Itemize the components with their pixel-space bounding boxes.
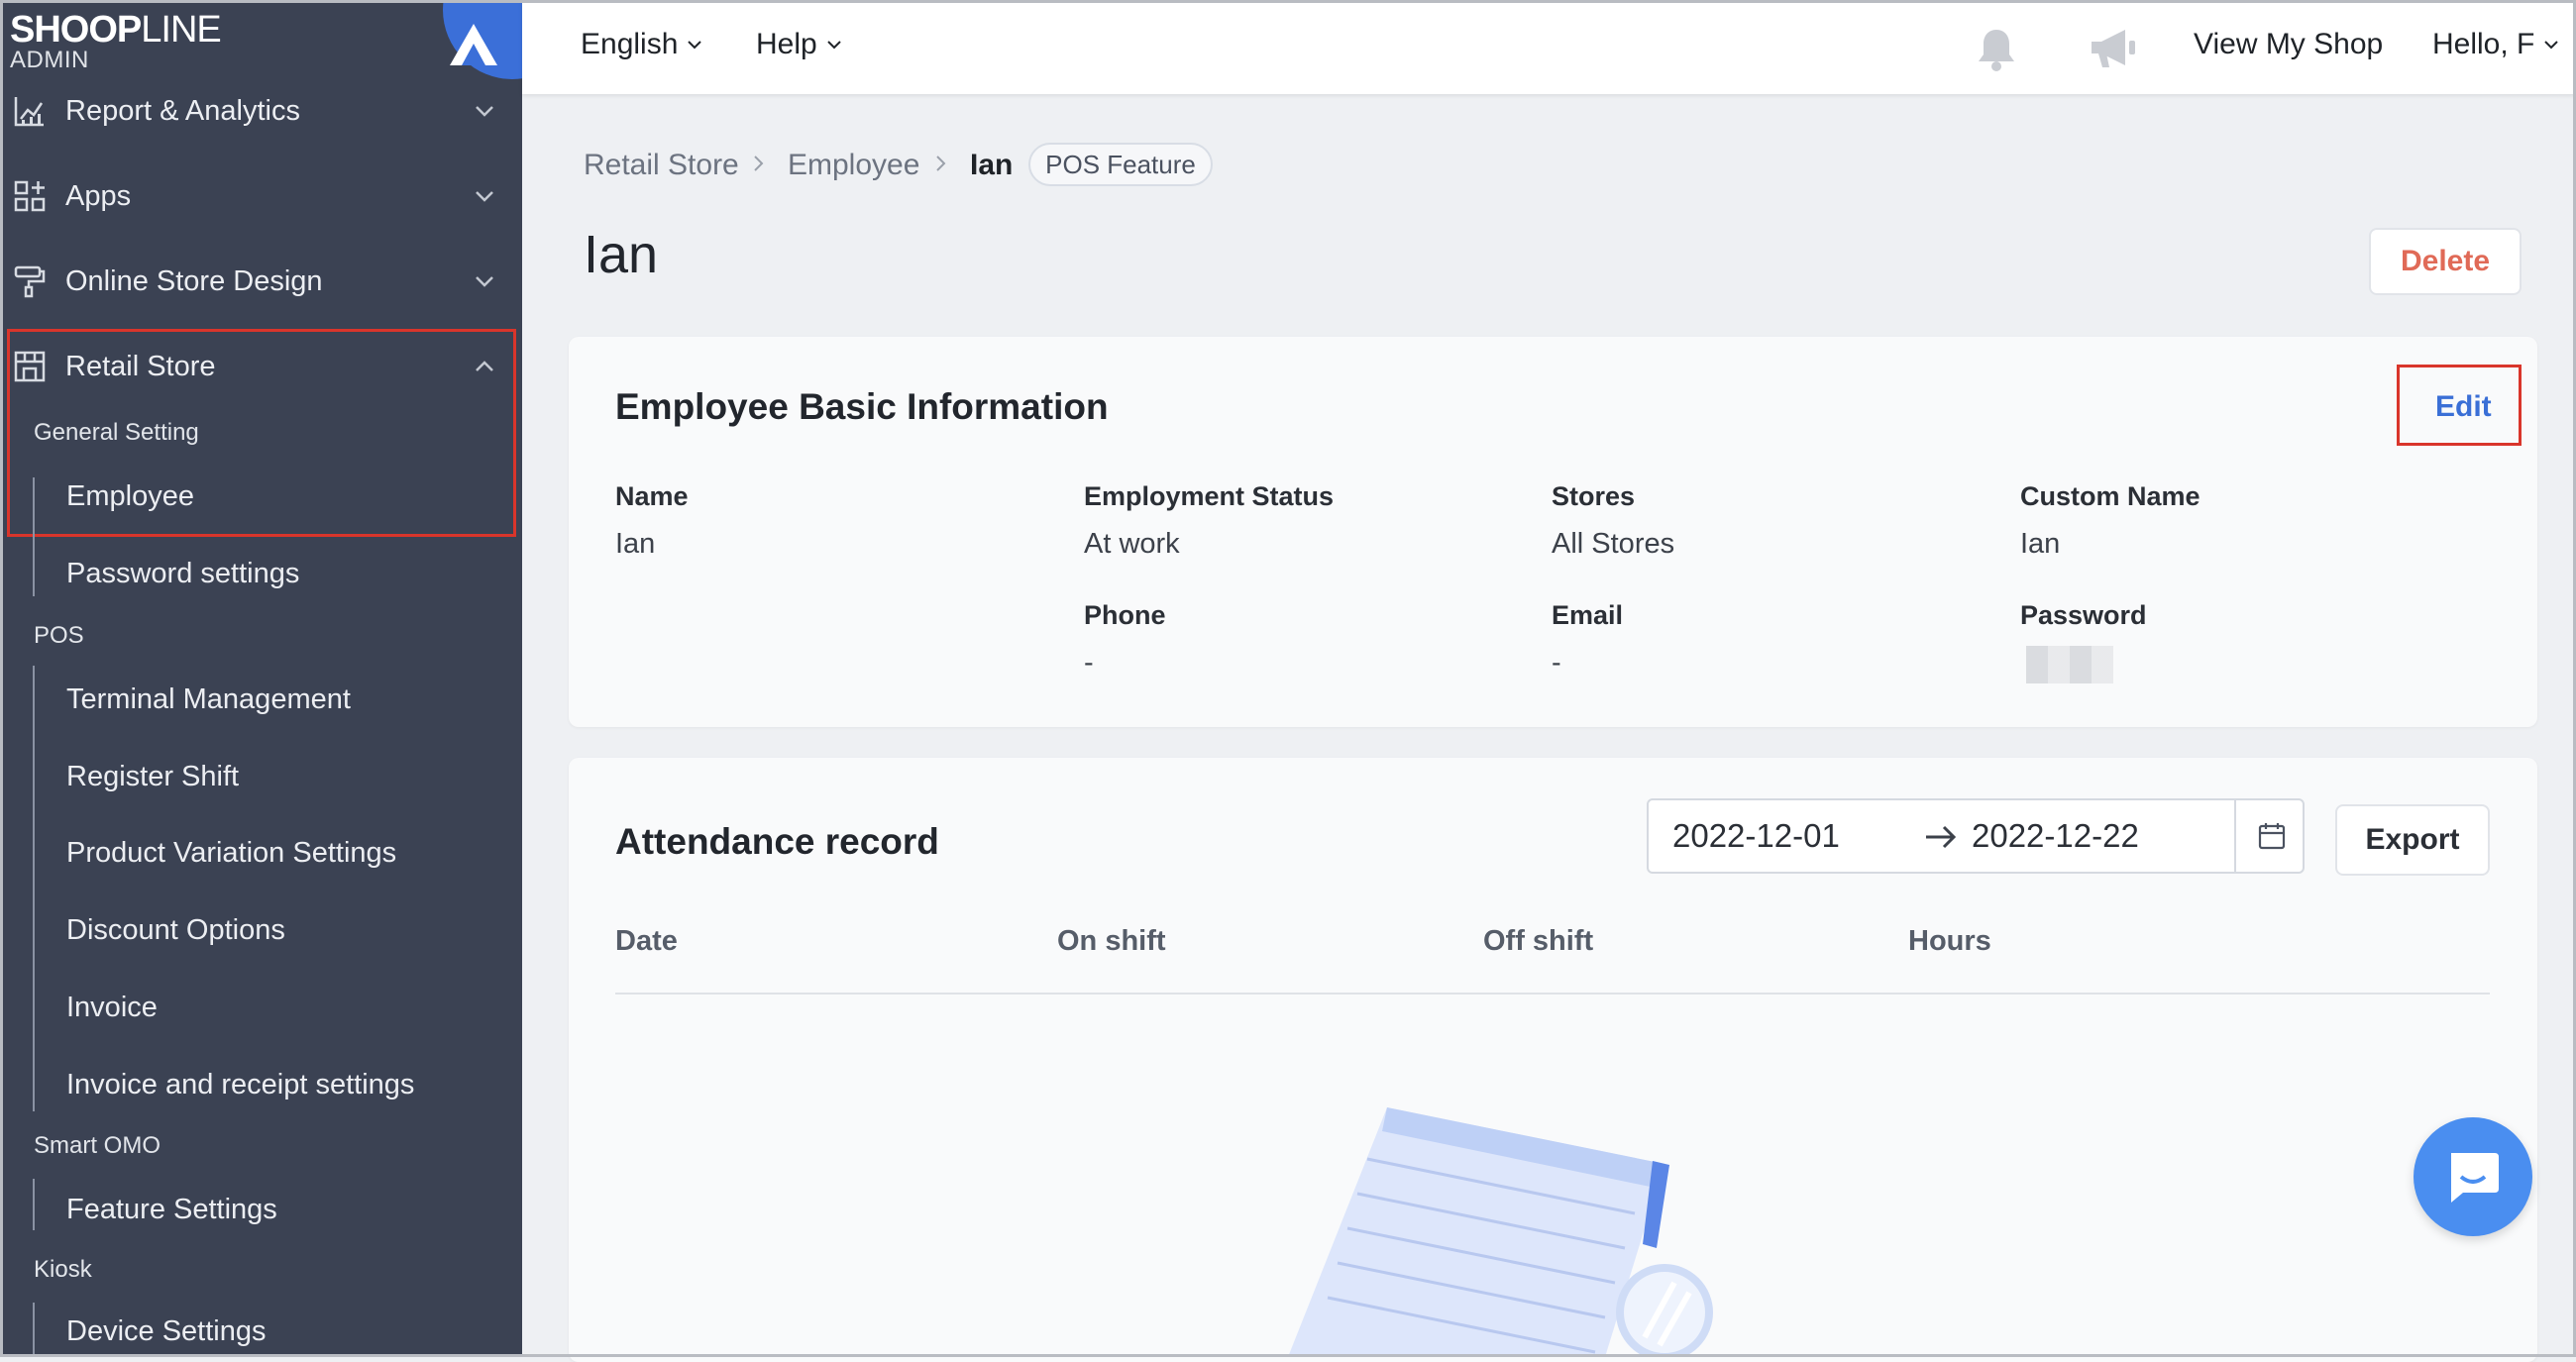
sidebar-group-smart-omo: Smart OMO (34, 1132, 161, 1159)
calendar-button[interactable] (2234, 800, 2307, 872)
export-button[interactable]: Export (2335, 804, 2490, 876)
sidebar-item-device-settings[interactable]: Device Settings (66, 1315, 267, 1348)
calendar-icon (2258, 823, 2286, 850)
chart-icon (14, 97, 44, 127)
sidebar-item-employee[interactable]: Employee (66, 480, 194, 513)
sidebar-item-apps[interactable]: Apps (0, 166, 522, 226)
logo-text-shop: SHOOP (10, 9, 142, 51)
sidebar-item-password-settings[interactable]: Password settings (66, 558, 299, 590)
date-end-value[interactable]: 2022-12-22 (1972, 817, 2139, 855)
bell-icon[interactable] (1972, 25, 2021, 74)
breadcrumb-retail-store[interactable]: Retail Store (584, 149, 739, 182)
table-header-divider (615, 993, 2490, 995)
sidebar-sub-line (33, 477, 35, 596)
chevron-down-icon (476, 191, 493, 202)
store-icon (14, 351, 46, 382)
help-label: Help (756, 28, 817, 60)
view-my-shop-label: View My Shop (2194, 28, 2384, 60)
field-value-employment-status: At work (1084, 528, 1180, 560)
sidebar-item-register-shift[interactable]: Register Shift (66, 761, 239, 793)
field-label-stores: Stores (1552, 481, 1636, 511)
top-bar: English Help View My Shop Hello, F (522, 0, 2576, 94)
language-dropdown[interactable]: English (581, 28, 703, 61)
logo-text-line: LINE (141, 9, 221, 51)
sidebar-group-pos: POS (34, 622, 84, 649)
breadcrumb-employee[interactable]: Employee (788, 149, 919, 182)
field-label-custom-name: Custom Name (2020, 481, 2200, 511)
sidebar-item-label: Retail Store (65, 350, 216, 382)
field-label-password: Password (2020, 600, 2147, 630)
chat-icon (2451, 1153, 2499, 1203)
sidebar-item-retail-store[interactable]: Retail Store (0, 337, 522, 396)
page-title: Ian (584, 225, 659, 284)
user-menu[interactable]: Hello, F (2432, 28, 2560, 61)
column-header-off-shift: Off shift (1483, 925, 1594, 957)
sidebar: SHOOPLINE ADMIN Report & Analytics Apps (0, 0, 522, 1357)
column-header-on-shift: On shift (1057, 925, 1166, 957)
sidebar-sub-line (33, 666, 35, 1111)
logo-text-o: O (88, 9, 118, 51)
apps-icon (14, 180, 46, 212)
chevron-right-icon (754, 156, 764, 171)
greeting-label: Hello, F (2432, 28, 2535, 60)
sidebar-item-invoice-receipt-settings[interactable]: Invoice and receipt settings (66, 1069, 414, 1101)
field-label-employment-status: Employment Status (1084, 481, 1335, 511)
chevron-down-icon (2544, 41, 2559, 50)
logo-mark-icon (450, 24, 497, 65)
field-value-stores: All Stores (1552, 528, 1675, 560)
brand-logo[interactable]: SHOOPLINE ADMIN (10, 9, 222, 73)
sidebar-item-feature-settings[interactable]: Feature Settings (66, 1194, 277, 1226)
sidebar-item-online-store-design[interactable]: Online Store Design (0, 252, 522, 311)
sidebar-group-kiosk: Kiosk (34, 1256, 92, 1283)
date-start-value[interactable]: 2022-12-01 (1672, 817, 1840, 855)
field-label-name: Name (615, 481, 689, 511)
field-value-custom-name: Ian (2020, 528, 2061, 560)
sidebar-group-general-setting: General Setting (34, 419, 199, 446)
empty-state-illustration (1288, 1107, 1713, 1357)
basic-info-title: Employee Basic Information (615, 386, 1109, 427)
column-header-hours: Hours (1908, 925, 1991, 957)
chevron-down-icon (688, 41, 702, 50)
chevron-down-icon (476, 276, 493, 287)
sidebar-item-label: Apps (65, 179, 132, 212)
sidebar-item-report-analytics[interactable]: Report & Analytics (0, 81, 522, 141)
edit-button[interactable]: Edit (2435, 390, 2492, 424)
field-value-name: Ian (615, 528, 656, 560)
delete-button[interactable]: Delete (2369, 228, 2522, 295)
language-label: English (581, 28, 679, 60)
date-range-picker[interactable]: 2022-12-01 2022-12-22 (1647, 798, 2305, 874)
field-label-email: Email (1552, 600, 1624, 630)
breadcrumb-current: Ian (970, 149, 1014, 181)
field-label-phone: Phone (1084, 600, 1166, 630)
field-value-phone: - (1084, 647, 1094, 679)
chevron-right-icon (936, 156, 946, 171)
attendance-title: Attendance record (615, 821, 939, 862)
chat-support-button[interactable] (2414, 1117, 2532, 1236)
sidebar-sub-line (33, 1303, 35, 1357)
chevron-up-icon (476, 361, 493, 371)
password-masked-value (2026, 646, 2113, 683)
help-dropdown[interactable]: Help (756, 28, 843, 61)
paint-roller-icon (14, 265, 46, 298)
sidebar-item-label: Report & Analytics (65, 94, 300, 127)
sidebar-item-terminal-management[interactable]: Terminal Management (66, 683, 351, 716)
sidebar-item-invoice[interactable]: Invoice (66, 992, 158, 1024)
megaphone-icon[interactable] (2086, 24, 2141, 73)
sidebar-sub-line (33, 1179, 35, 1230)
logo-subtitle: ADMIN (10, 47, 89, 73)
chevron-down-icon (826, 41, 841, 50)
field-value-email: - (1552, 647, 1561, 679)
sidebar-item-label: Online Store Design (65, 264, 323, 297)
sidebar-item-product-variation-settings[interactable]: Product Variation Settings (66, 837, 396, 870)
view-my-shop-link[interactable]: View My Shop (2194, 28, 2383, 61)
sidebar-item-discount-options[interactable]: Discount Options (66, 914, 285, 947)
arrow-right-icon (1926, 825, 1957, 849)
logo-text-p: P (116, 9, 142, 51)
column-header-date: Date (615, 925, 678, 957)
pos-feature-tag: POS Feature (1028, 143, 1213, 186)
chevron-down-icon (476, 106, 493, 117)
